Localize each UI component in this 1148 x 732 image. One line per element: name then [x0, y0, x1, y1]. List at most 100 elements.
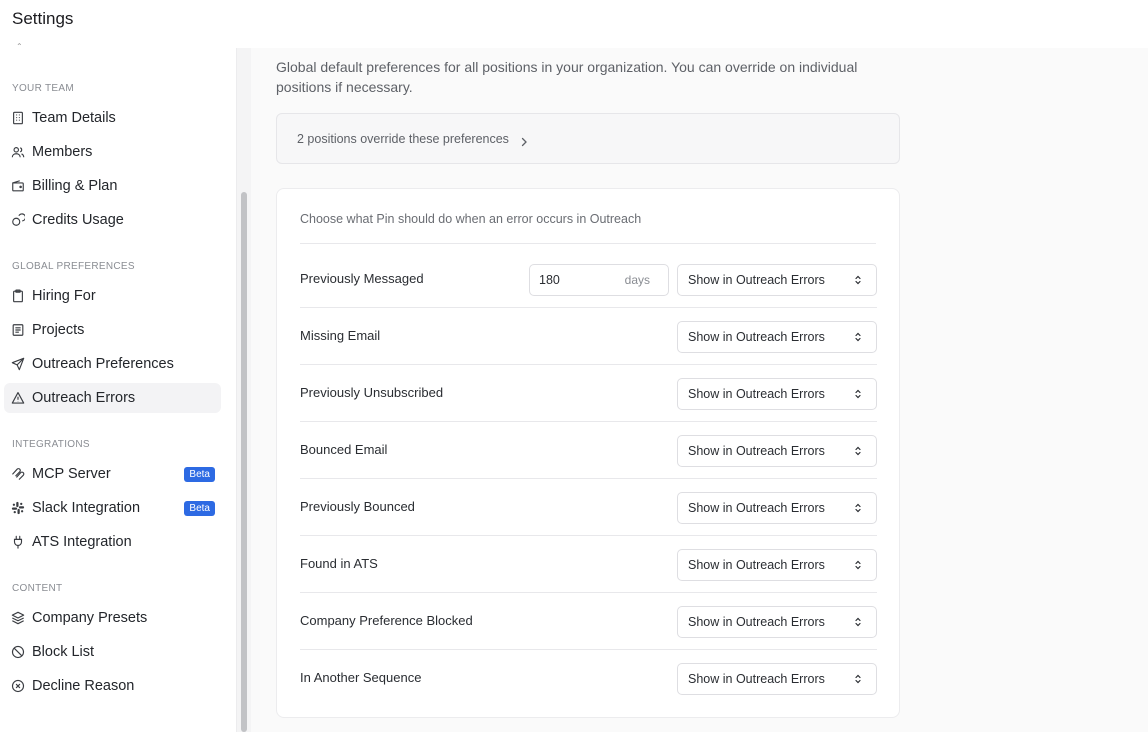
select-value: Show in Outreach Errors	[688, 330, 825, 344]
sidebar-item-team-details[interactable]: Team Details	[4, 103, 221, 133]
select-value: Show in Outreach Errors	[688, 501, 825, 515]
sidebar-item-label: Projects	[32, 322, 85, 338]
users-icon	[11, 145, 25, 159]
select-value: Show in Outreach Errors	[688, 387, 825, 401]
sidebar-item-projects[interactable]: Projects	[4, 315, 221, 345]
action-select[interactable]: Show in Outreach Errors	[677, 606, 877, 638]
beta-badge: Beta	[184, 501, 215, 516]
select-value: Show in Outreach Errors	[688, 558, 825, 572]
building-icon	[11, 111, 25, 125]
sidebar-item-decline-reason[interactable]: Decline Reason	[4, 671, 221, 701]
sidebar-item-hiring-for[interactable]: Hiring For	[4, 281, 221, 311]
action-select[interactable]: Show in Outreach Errors	[677, 321, 877, 353]
sidebar-item-label: Outreach Preferences	[32, 356, 174, 372]
select-value: Show in Outreach Errors	[688, 273, 825, 287]
select-caret-icon	[855, 503, 861, 513]
action-select[interactable]: Show in Outreach Errors	[677, 549, 877, 581]
sidebar-item-label: Company Presets	[32, 610, 148, 626]
error-row-previously-messaged: Previously Messaged days Show in Outreac…	[300, 251, 877, 308]
sidebar-item-label: ATS Integration	[32, 534, 132, 550]
wallet-icon	[11, 179, 25, 193]
sidebar-item-label: Hiring For	[32, 288, 96, 304]
sidebar-item-company-presets[interactable]: Company Presets	[4, 603, 221, 633]
scrollbar-thumb[interactable]	[241, 192, 247, 732]
app-header: Settings	[0, 0, 1148, 48]
select-caret-icon	[855, 389, 861, 399]
error-row-bounced-email: Bounced Email Show in Outreach Errors	[300, 422, 877, 479]
clipboard-icon	[11, 289, 25, 303]
warning-icon	[11, 391, 25, 405]
select-value: Show in Outreach Errors	[688, 444, 825, 458]
sidebar-item-label: Slack Integration	[32, 500, 141, 516]
sidebar-item-ats-integration[interactable]: ATS Integration	[4, 527, 221, 557]
error-row-previously-unsubscribed: Previously Unsubscribed Show in Outreach…	[300, 365, 877, 422]
action-select[interactable]: Show in Outreach Errors	[677, 378, 877, 410]
sidebar-item-credits-usage[interactable]: Credits Usage	[4, 205, 221, 235]
sidebar-item-label: Members	[32, 144, 93, 160]
coins-icon	[11, 213, 25, 227]
sidebar-item-label: Credits Usage	[32, 212, 124, 228]
section-label-your-team: YOUR TEAM	[12, 83, 74, 94]
days-input-field[interactable]: days	[529, 264, 669, 296]
layers-icon	[11, 611, 25, 625]
sidebar-item-label: MCP Server	[32, 466, 111, 482]
error-row-missing-email: Missing Email Show in Outreach Errors	[300, 308, 877, 365]
error-row-label: Previously Messaged	[300, 271, 424, 286]
card-intro: Choose what Pin should do when an error …	[300, 212, 642, 226]
position-overrides-link[interactable]: 2 positions override these preferences	[276, 113, 900, 164]
main-content: Global default preferences for all posit…	[251, 48, 1148, 732]
page-title: Settings	[12, 9, 74, 28]
error-row-company-preference-blocked: Company Preference Blocked Show in Outre…	[300, 593, 877, 650]
section-label-global-preferences: GLOBAL PREFERENCES	[12, 261, 135, 272]
error-row-previously-bounced: Previously Bounced Show in Outreach Erro…	[300, 479, 877, 536]
beta-badge: Beta	[184, 467, 215, 482]
list-icon	[11, 323, 25, 337]
error-row-in-another-sequence: In Another Sequence Show in Outreach Err…	[300, 650, 877, 707]
error-row-label: Previously Unsubscribed	[300, 385, 444, 400]
outreach-errors-card: Choose what Pin should do when an error …	[276, 188, 900, 718]
error-row-label: In Another Sequence	[300, 670, 422, 685]
ban-icon	[11, 645, 25, 659]
select-caret-icon	[855, 674, 861, 684]
sidebar-item-members[interactable]: Members	[4, 137, 221, 167]
mcp-icon	[11, 467, 25, 481]
sidebar-item-slack-integration[interactable]: Slack Integration Beta	[4, 493, 221, 523]
select-caret-icon	[855, 560, 861, 570]
action-select[interactable]: Show in Outreach Errors	[677, 435, 877, 467]
error-row-label: Company Preference Blocked	[300, 613, 473, 628]
section-label-integrations: INTEGRATIONS	[12, 439, 90, 450]
days-unit-label: days	[624, 273, 650, 287]
select-caret-icon	[855, 332, 861, 342]
sidebar: ⌃ YOUR TEAM Team Details Members Billing…	[0, 42, 237, 732]
error-row-label: Bounced Email	[300, 442, 388, 457]
sidebar-item-label: Team Details	[32, 110, 116, 126]
error-row-label: Previously Bounced	[300, 499, 415, 514]
sidebar-item-outreach-errors[interactable]: Outreach Errors	[4, 383, 221, 413]
circle-x-icon	[11, 679, 25, 693]
select-value: Show in Outreach Errors	[688, 615, 825, 629]
page-description: Global default preferences for all posit…	[276, 59, 858, 95]
sidebar-item-label: Block List	[32, 644, 95, 660]
action-select[interactable]: Show in Outreach Errors	[677, 663, 877, 695]
error-row-found-in-ats: Found in ATS Show in Outreach Errors	[300, 536, 877, 593]
sidebar-item-outreach-preferences[interactable]: Outreach Preferences	[4, 349, 221, 379]
chevron-up-icon: ⌃	[16, 42, 23, 51]
sidebar-item-mcp-server[interactable]: MCP Server Beta	[4, 459, 221, 489]
sidebar-item-block-list[interactable]: Block List	[4, 637, 221, 667]
select-value: Show in Outreach Errors	[688, 672, 825, 686]
slack-icon	[11, 501, 25, 515]
sidebar-item-billing[interactable]: Billing & Plan	[4, 171, 221, 201]
select-caret-icon	[855, 446, 861, 456]
section-label-content: CONTENT	[12, 583, 63, 594]
chevron-right-icon	[519, 134, 529, 146]
sidebar-scrollbar[interactable]	[237, 48, 251, 732]
send-icon	[11, 357, 25, 371]
sidebar-item-label: Billing & Plan	[32, 178, 118, 194]
days-value-input[interactable]	[530, 273, 610, 287]
sidebar-item-label: Decline Reason	[32, 678, 135, 694]
action-select[interactable]: Show in Outreach Errors	[677, 492, 877, 524]
action-select[interactable]: Show in Outreach Errors	[677, 264, 877, 296]
sidebar-item-label: Outreach Errors	[32, 390, 136, 406]
select-caret-icon	[855, 275, 861, 285]
error-row-label: Found in ATS	[300, 556, 378, 571]
